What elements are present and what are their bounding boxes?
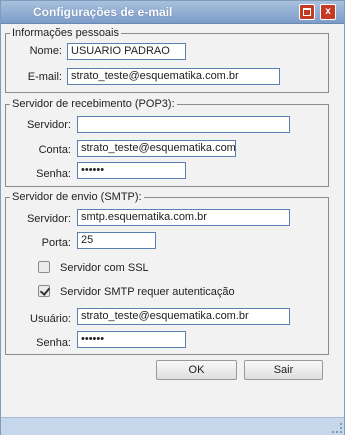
name-label: Nome: — [29, 45, 62, 57]
pop3-legend: Servidor de recebimento (POP3): — [12, 98, 175, 110]
email-label: E-mail: — [27, 71, 62, 83]
maximize-icon[interactable] — [299, 4, 315, 20]
smtp-password-label: Senha: — [36, 337, 71, 349]
status-bar — [1, 417, 344, 435]
name-field[interactable]: USUARIO PADRAO — [67, 43, 186, 60]
pop3-server-label: Servidor: — [26, 119, 71, 131]
ok-button[interactable]: OK — [156, 360, 237, 380]
pop3-server-field[interactable] — [77, 116, 290, 133]
close-icon[interactable]: x — [320, 4, 336, 20]
auth-label[interactable]: Servidor SMTP requer autenticação — [60, 286, 235, 298]
email-settings-window: Configurações de e-mail x Informações pe… — [0, 0, 345, 435]
smtp-server-label: Servidor: — [26, 213, 71, 225]
smtp-legend: Servidor de envio (SMTP): — [12, 191, 142, 203]
pop3-account-field[interactable]: strato_teste@esquematika.com.br — [77, 140, 236, 157]
personal-info-legend: Informações pessoais — [12, 27, 119, 39]
smtp-user-field[interactable]: strato_teste@esquematika.com.br — [77, 308, 290, 325]
exit-button[interactable]: Sair — [244, 360, 323, 380]
ssl-label[interactable]: Servidor com SSL — [60, 262, 149, 274]
window-title: Configurações de e-mail — [33, 5, 173, 19]
pop3-account-label: Conta: — [38, 144, 71, 156]
smtp-port-field[interactable]: 25 — [77, 232, 156, 249]
auth-checkbox[interactable] — [38, 285, 51, 297]
email-field[interactable]: strato_teste@esquematika.com.br — [67, 68, 280, 85]
smtp-port-label: Porta: — [41, 237, 71, 249]
title-bar[interactable]: Configurações de e-mail x — [1, 1, 344, 24]
resize-grip-icon[interactable] — [332, 423, 342, 433]
smtp-server-field[interactable]: smtp.esquematika.com.br — [77, 209, 290, 226]
ssl-checkbox[interactable] — [38, 261, 50, 273]
smtp-password-field[interactable]: •••••• — [77, 331, 186, 348]
pop3-password-label: Senha: — [36, 168, 71, 180]
smtp-user-label: Usuário: — [30, 313, 71, 325]
checkmark-icon — [39, 285, 51, 296]
pop3-password-field[interactable]: •••••• — [77, 162, 186, 179]
